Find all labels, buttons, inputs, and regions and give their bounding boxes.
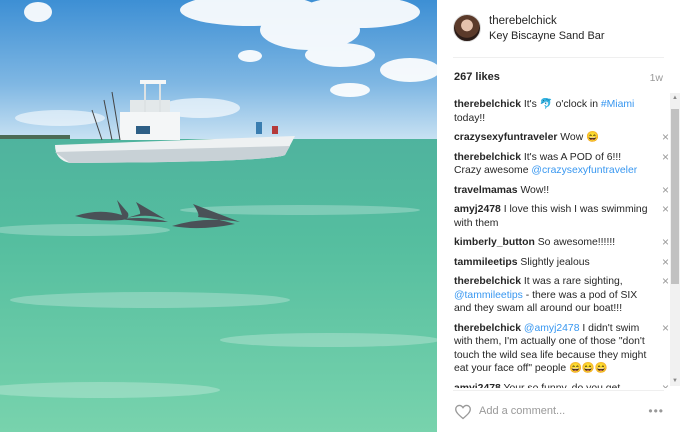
comment-username[interactable]: tammileetips	[454, 257, 518, 268]
post-header: therebelchick Key Biscayne Sand Bar	[437, 0, 680, 57]
comments-scrollbar[interactable]: ▲ ▼	[670, 93, 680, 386]
avatar[interactable]	[453, 14, 481, 42]
comment-username[interactable]: crazysexyfuntraveler	[454, 132, 557, 143]
post-location[interactable]: Key Biscayne Sand Bar	[489, 30, 605, 42]
scroll-up-arrow-icon[interactable]: ▲	[670, 93, 680, 103]
comment: therebelchick @amyj2478 I didn't swim wi…	[454, 321, 669, 376]
dolphins-boat-image	[0, 0, 437, 432]
delete-comment-icon[interactable]: ×	[662, 183, 669, 197]
delete-comment-icon[interactable]: ×	[662, 236, 669, 249]
comment-text: Wow!!	[520, 184, 550, 196]
comment-username[interactable]: therebelchick	[454, 152, 521, 163]
comment-text: So awesome!!!!!!	[537, 237, 616, 248]
delete-comment-icon[interactable]: ×	[662, 150, 669, 164]
post-author-username[interactable]: therebelchick	[489, 15, 557, 27]
likes-count[interactable]: 267 likes	[454, 71, 500, 83]
comment: travelmamas Wow!! ×	[454, 183, 669, 198]
post-photo[interactable]	[0, 0, 437, 432]
comment-text: Wow 😄	[560, 132, 600, 143]
delete-comment-icon[interactable]: ×	[662, 381, 669, 388]
comment-link[interactable]: @amyj2478	[524, 323, 580, 334]
comments-list: therebelchick It's 🐬 o'clock in #Miami t…	[454, 98, 669, 388]
comment-text: It's	[523, 99, 540, 110]
comment-username[interactable]: kimberly_button	[454, 237, 535, 248]
comment-username[interactable]: therebelchick	[454, 323, 521, 334]
scrollbar-thumb[interactable]	[671, 109, 679, 284]
delete-comment-icon[interactable]: ×	[662, 131, 669, 144]
add-comment-input[interactable]: Add a comment...	[479, 405, 565, 417]
comment-link[interactable]: @tammileetips	[454, 290, 523, 301]
comment: amyj2478 Your so funny, do you get ×	[454, 381, 669, 389]
comment: tammileetips Slightly jealous ×	[454, 255, 669, 270]
post-side-panel: therebelchick Key Biscayne Sand Bar 267 …	[437, 0, 680, 432]
delete-comment-icon[interactable]: ×	[662, 321, 669, 335]
comment-text: o'clock in	[552, 99, 601, 110]
comment-username[interactable]: travelmamas	[454, 185, 518, 196]
comment-text: Slightly jealous	[520, 256, 590, 268]
more-options-icon[interactable]: •••	[648, 404, 664, 418]
comment-username[interactable]: amyj2478	[454, 204, 501, 215]
comment: crazysexyfuntraveler Wow 😄 ×	[454, 131, 669, 145]
comment: therebelchick It's 🐬 o'clock in #Miami t…	[454, 98, 669, 125]
comment: kimberly_button So awesome!!!!!! ×	[454, 236, 669, 250]
header-divider	[453, 57, 664, 58]
delete-comment-icon[interactable]: ×	[662, 255, 669, 269]
comment-username[interactable]: amyj2478	[454, 383, 501, 389]
comment: amyj2478 I love this wish I was swimming…	[454, 203, 669, 230]
comment-username[interactable]: therebelchick	[454, 276, 521, 287]
delete-comment-icon[interactable]: ×	[662, 275, 669, 288]
add-comment-bar: Add a comment... •••	[437, 390, 680, 432]
comment-text: Your so funny, do you get	[503, 382, 621, 389]
delete-comment-icon[interactable]: ×	[662, 203, 669, 216]
heart-icon[interactable]	[454, 404, 472, 420]
comment-link[interactable]: #Miami	[601, 99, 635, 110]
comment: therebelchick It was a rare sighting, @t…	[454, 275, 669, 316]
comment-username[interactable]: therebelchick	[454, 99, 521, 110]
dolphin-emoji-icon: 🐬	[539, 99, 553, 110]
comment-text: It was a rare sighting,	[523, 276, 623, 287]
comment-link[interactable]: @crazysexyfuntraveler	[531, 165, 637, 176]
comment-text: today!!	[454, 112, 486, 124]
comment: therebelchick It's was A POD of 6!!! Cra…	[454, 150, 669, 178]
scroll-down-arrow-icon[interactable]: ▼	[670, 376, 680, 386]
post-time-ago[interactable]: 1w	[650, 72, 663, 84]
